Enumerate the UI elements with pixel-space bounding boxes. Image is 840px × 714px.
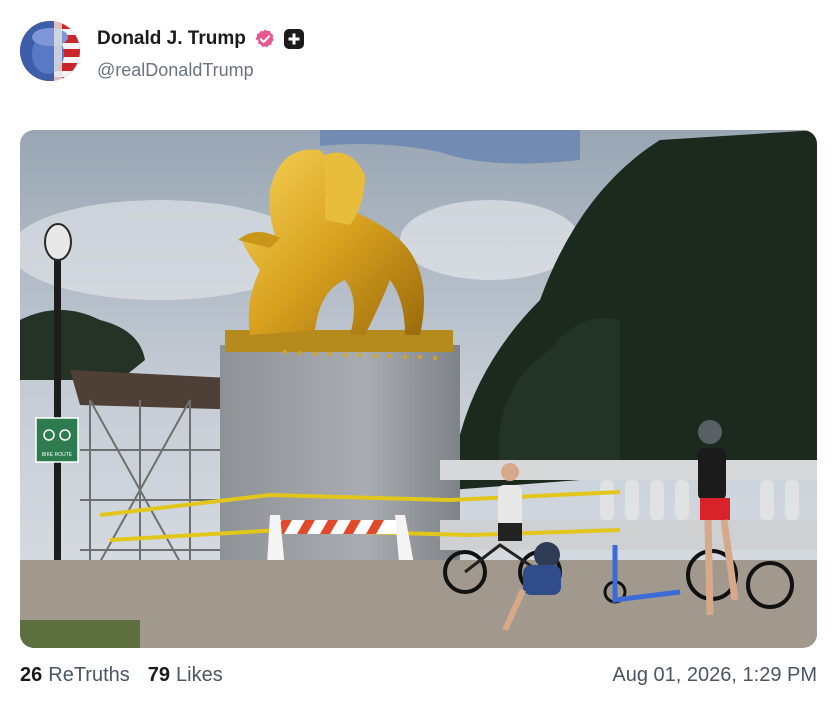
author-name-row: Donald J. Trump <box>97 26 304 52</box>
likes-label[interactable]: Likes <box>176 664 223 687</box>
author-display-name[interactable]: Donald J. Trump <box>97 28 246 50</box>
plus-square-icon <box>283 29 304 49</box>
likes-count[interactable]: 79 <box>148 664 170 687</box>
retruths-count[interactable]: 26 <box>20 664 42 687</box>
retruths-label[interactable]: ReTruths <box>48 664 130 687</box>
author-avatar[interactable] <box>20 21 80 81</box>
bike-route-sign-text: BIKE ROUTE <box>42 452 73 458</box>
avatar-image <box>20 21 80 81</box>
author-handle[interactable]: @realDonaldTrump <box>97 60 254 81</box>
post-image[interactable]: BIKE ROUTE <box>20 130 817 648</box>
post-timestamp[interactable]: Aug 01, 2026, 1:29 PM <box>612 664 817 687</box>
verified-badge-icon <box>255 29 274 48</box>
post-footer: 26 ReTruths 79 Likes Aug 01, 2026, 1:29 … <box>20 664 817 687</box>
statue-photo: BIKE ROUTE <box>20 130 817 648</box>
